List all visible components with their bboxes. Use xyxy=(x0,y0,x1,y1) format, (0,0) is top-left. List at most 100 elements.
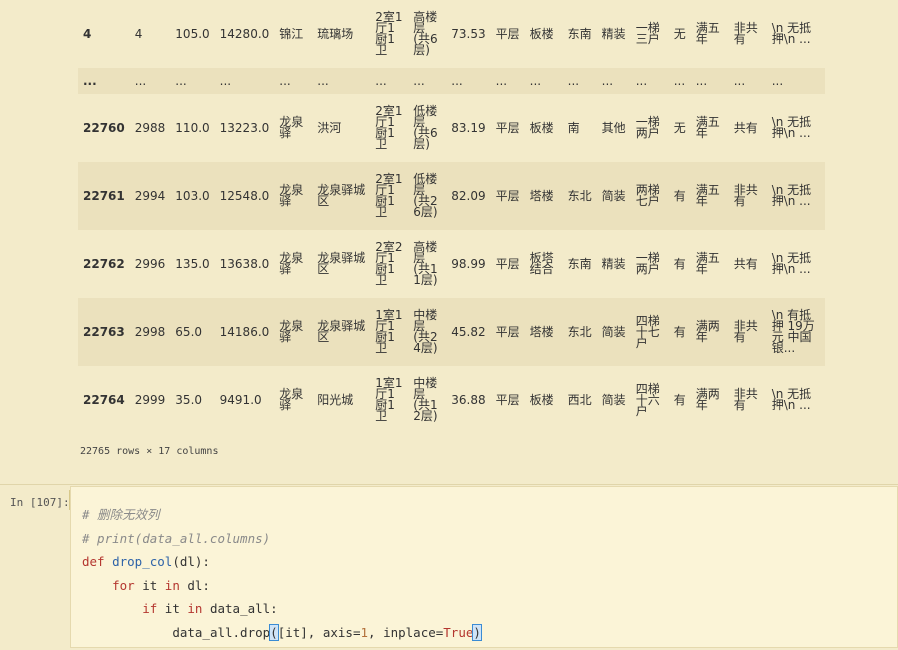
keyword: in xyxy=(187,601,203,616)
table-cell: 龙泉驿 xyxy=(279,251,304,276)
table-cell: 低楼层 (共6层) xyxy=(413,104,438,151)
table-cell: \n 无抵押\n ... xyxy=(771,387,812,412)
table-cell: 73.53 xyxy=(451,26,486,41)
table-cell: 13638.0 xyxy=(219,256,270,271)
table-cell: ... xyxy=(695,73,708,88)
table-cell: 65.0 xyxy=(175,324,203,339)
table-cell: ... xyxy=(733,73,746,88)
table-cell: \n 无抵押\n ... xyxy=(771,21,812,46)
dataframe-table: 4 4 105.0 14280.0 锦江 琉璃场 2室1厅1厨1卫 高楼层 (共6层) 73.5… xyxy=(78,0,825,434)
keyword: in xyxy=(164,577,180,593)
table-cell: ... xyxy=(375,73,387,88)
row-index: 22761 xyxy=(83,188,125,203)
table-cell: 一梯两户 xyxy=(635,251,660,276)
table-cell: 非共有 xyxy=(733,21,758,46)
table-row: 4 4 105.0 14280.0 锦江 琉璃场 2室1厅1厨1卫 高楼层 (共6层) 73.5… xyxy=(78,0,825,68)
code-editor[interactable]: # 删除无效列 # print(data_all.columns) def dr… xyxy=(70,486,898,648)
table-cell: 2994 xyxy=(134,188,166,203)
row-index: 22764 xyxy=(83,392,125,407)
table-cell: 98.99 xyxy=(451,256,486,271)
code-token: dl: xyxy=(179,577,210,593)
table-cell: 35.0 xyxy=(175,392,203,407)
table-cell: ... xyxy=(219,73,232,88)
table-cell: 两梯七户 xyxy=(635,183,660,208)
table-row: 22764 2999 35.0 9491.0 龙泉驿 阳光城 1室1厅1厨1卫 中楼层 (共1… xyxy=(78,366,825,434)
table-cell: \n 有抵押 19万元 中国银... xyxy=(771,308,815,355)
table-cell: 高楼层 (共6层) xyxy=(413,10,438,57)
keyword: if xyxy=(142,601,158,616)
code-text[interactable]: # 删除无效列 # print(data_all.columns) def dr… xyxy=(82,503,482,644)
table-cell: 平层 xyxy=(495,188,520,203)
table-cell: 2996 xyxy=(134,256,166,271)
row-index: 22763 xyxy=(83,324,125,339)
table-cell: 平层 xyxy=(495,392,520,407)
table-cell: 锦江 xyxy=(279,26,304,41)
table-cell: 中楼层 (共24层) xyxy=(413,308,438,355)
table-cell: 龙泉驿城区 xyxy=(317,319,366,344)
output-area: 4 4 105.0 14280.0 锦江 琉璃场 2室1厅1厨1卫 高楼层 (共6层) 73.5… xyxy=(0,0,898,482)
table-cell: 平层 xyxy=(495,256,520,271)
code-token: , inplace= xyxy=(368,624,444,640)
table-cell: 非共有 xyxy=(733,319,758,344)
function-name: drop_col xyxy=(112,554,173,569)
code-token: [it], axis= xyxy=(277,624,361,640)
table-cell: 有 xyxy=(673,188,686,203)
keyword: def xyxy=(82,554,105,569)
table-cell: 2998 xyxy=(134,324,166,339)
table-cell: 共有 xyxy=(733,256,758,271)
table-cell: 14280.0 xyxy=(219,26,270,41)
table-cell: 2室2厅1厨1卫 xyxy=(375,240,403,287)
table-cell: ... xyxy=(567,73,580,88)
table-row: 22760 2988 110.0 13223.0 龙泉驿 洪河 2室1厅1厨1卫 低楼层 (共… xyxy=(78,94,825,162)
table-cell: 无 xyxy=(673,120,686,135)
table-cell: ... xyxy=(175,73,187,88)
keyword: for xyxy=(112,577,135,593)
row-index: 22760 xyxy=(83,120,125,135)
table-cell: 塔楼 xyxy=(529,324,554,339)
code-cell[interactable]: In [107]: # 删除无效列 # print(data_all.colum… xyxy=(0,486,898,650)
table-cell: 简装 xyxy=(601,324,626,339)
row-index: ... xyxy=(83,73,97,88)
table-cell: 9491.0 xyxy=(219,392,262,407)
table-cell: 精装 xyxy=(601,256,626,271)
table-cell: 14186.0 xyxy=(219,324,270,339)
table-cell: ... xyxy=(413,73,425,88)
code-comment: # 删除无效列 xyxy=(82,507,160,522)
number-literal: 1 xyxy=(360,624,369,640)
table-cell: 琉璃场 xyxy=(317,26,354,41)
row-index: 22762 xyxy=(83,256,125,271)
table-cell: 共有 xyxy=(733,120,758,135)
table-cell: 阳光城 xyxy=(317,392,354,407)
table-cell: ... xyxy=(673,73,686,88)
code-token: it xyxy=(134,577,165,593)
code-token: data_all.drop xyxy=(172,624,271,640)
table-cell: ... xyxy=(529,73,542,88)
table-cell: 有 xyxy=(673,324,686,339)
table-cell: 中楼层 (共12层) xyxy=(413,376,438,423)
table-cell: 高楼层 (共11层) xyxy=(413,240,438,287)
table-cell: 83.19 xyxy=(451,120,486,135)
table-cell: 南 xyxy=(567,120,580,135)
table-cell: ... xyxy=(134,73,147,88)
code-comment: # print(data_all.columns) xyxy=(82,530,271,546)
table-cell: 满两年 xyxy=(695,387,720,412)
table-cell: 2999 xyxy=(134,392,166,407)
table-cell: ... xyxy=(451,73,463,88)
input-prompt: In [107]: xyxy=(10,496,70,509)
table-cell: \n 无抵押\n ... xyxy=(771,115,812,140)
table-cell: 110.0 xyxy=(175,120,210,135)
table-cell: 非共有 xyxy=(733,183,758,208)
table-row: 22762 2996 135.0 13638.0 龙泉驿 龙泉驿城区 2室2厅1厨1卫 高楼层… xyxy=(78,230,825,298)
code-token: it xyxy=(157,601,188,616)
table-cell: 板楼 xyxy=(529,120,554,135)
table-cell: 满五年 xyxy=(695,183,720,208)
table-cell: ... xyxy=(635,73,648,88)
table-cell: 龙泉驿 xyxy=(279,115,304,140)
table-cell: ... xyxy=(771,73,784,88)
table-cell: 2室1厅1厨1卫 xyxy=(375,10,403,57)
table-cell: 东南 xyxy=(567,26,592,41)
table-cell: ... xyxy=(601,73,614,88)
dataframe-shape: 22765 rows × 17 columns xyxy=(80,446,219,457)
table-cell: 板楼 xyxy=(529,392,554,407)
table-cell: 12548.0 xyxy=(219,188,270,203)
